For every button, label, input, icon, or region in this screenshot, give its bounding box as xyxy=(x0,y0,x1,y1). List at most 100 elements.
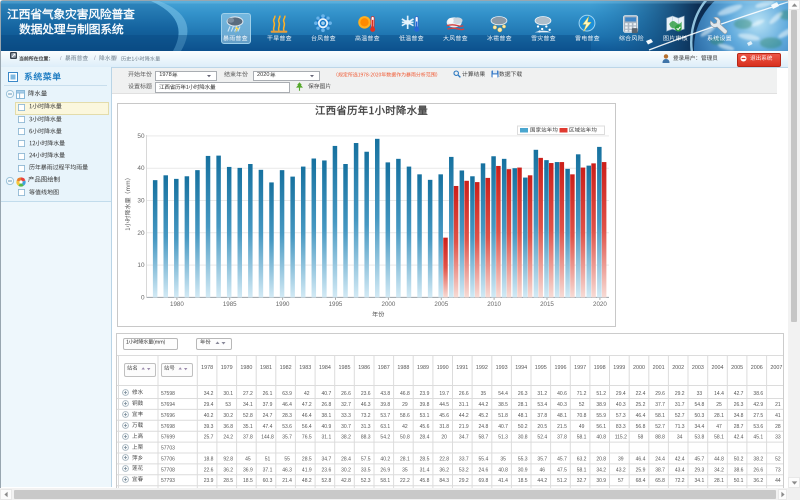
svg-text:33: 33 xyxy=(775,434,781,440)
svg-text:24.7: 24.7 xyxy=(262,412,272,418)
svg-text:29.3: 29.3 xyxy=(694,467,704,473)
svg-text:46.4: 46.4 xyxy=(635,412,645,418)
svg-text:41: 41 xyxy=(775,412,781,418)
svg-text:1995: 1995 xyxy=(329,300,343,307)
svg-text:1987: 1987 xyxy=(377,365,389,371)
svg-text:28.7: 28.7 xyxy=(733,423,743,429)
svg-text:21.4: 21.4 xyxy=(282,478,292,484)
svg-text:46.4: 46.4 xyxy=(282,401,292,407)
svg-text:73: 73 xyxy=(775,467,781,473)
svg-text:40.2: 40.2 xyxy=(203,412,213,418)
svg-text:45.7: 45.7 xyxy=(557,456,567,462)
svg-text:40.7: 40.7 xyxy=(498,423,508,429)
svg-text:29.4: 29.4 xyxy=(615,391,625,397)
svg-text:2007: 2007 xyxy=(770,365,782,371)
svg-text:38.6: 38.6 xyxy=(733,467,743,473)
svg-text:1981: 1981 xyxy=(260,365,272,371)
svg-text:31.7: 31.7 xyxy=(674,401,684,407)
svg-text:41.4: 41.4 xyxy=(498,478,508,484)
svg-text:32.7: 32.7 xyxy=(341,401,351,407)
svg-text:34: 34 xyxy=(676,434,682,440)
svg-text:2003: 2003 xyxy=(691,365,703,371)
svg-text:45.6: 45.6 xyxy=(419,423,429,429)
svg-text:36.2: 36.2 xyxy=(753,478,763,484)
svg-text:34.1: 34.1 xyxy=(243,401,253,407)
svg-text:46.3: 46.3 xyxy=(360,401,370,407)
svg-text:34.1: 34.1 xyxy=(694,478,704,484)
svg-text:71.2: 71.2 xyxy=(576,391,586,397)
svg-text:1985: 1985 xyxy=(223,300,237,307)
svg-text:40: 40 xyxy=(137,165,145,172)
svg-text:42: 42 xyxy=(402,423,408,429)
svg-text:1985: 1985 xyxy=(338,365,350,371)
svg-text:58.7: 58.7 xyxy=(478,434,488,440)
svg-text:51: 51 xyxy=(264,456,270,462)
svg-text:28.5: 28.5 xyxy=(301,456,311,462)
svg-text:72.2: 72.2 xyxy=(674,478,684,484)
svg-text:47.5: 47.5 xyxy=(557,467,567,473)
svg-text:51.2: 51.2 xyxy=(596,391,606,397)
svg-text:2004: 2004 xyxy=(711,365,723,371)
svg-text:39.3: 39.3 xyxy=(203,423,213,429)
svg-text:38.6: 38.6 xyxy=(753,391,763,397)
svg-text:24.4: 24.4 xyxy=(655,456,665,462)
svg-text:20.5: 20.5 xyxy=(537,423,547,429)
svg-text:54.8: 54.8 xyxy=(694,401,704,407)
svg-text:50.1: 50.1 xyxy=(733,478,743,484)
svg-text:18.5: 18.5 xyxy=(243,478,253,484)
svg-text:25.9: 25.9 xyxy=(635,467,645,473)
svg-text:55.3: 55.3 xyxy=(517,456,527,462)
svg-text:26.3: 26.3 xyxy=(733,401,743,407)
svg-text:40.3: 40.3 xyxy=(615,401,625,407)
svg-text:31.8: 31.8 xyxy=(439,423,449,429)
svg-text:53.6: 53.6 xyxy=(753,423,763,429)
svg-text:44.2: 44.2 xyxy=(458,412,468,418)
svg-text:33: 33 xyxy=(696,391,702,397)
svg-text:63.9: 63.9 xyxy=(282,391,292,397)
svg-text:48.2: 48.2 xyxy=(301,478,311,484)
svg-text:58: 58 xyxy=(637,434,643,440)
svg-text:45: 45 xyxy=(245,456,251,462)
svg-text:2015: 2015 xyxy=(540,300,554,307)
svg-text:40.7: 40.7 xyxy=(321,391,331,397)
svg-text:55.9: 55.9 xyxy=(596,412,606,418)
svg-text:2010: 2010 xyxy=(487,300,501,307)
svg-text:21: 21 xyxy=(775,401,781,407)
svg-text:28.4: 28.4 xyxy=(419,434,429,440)
svg-text:38.5: 38.5 xyxy=(498,401,508,407)
svg-text:52.7: 52.7 xyxy=(674,412,684,418)
svg-text:10: 10 xyxy=(137,262,145,269)
svg-text:52.3: 52.3 xyxy=(360,478,370,484)
svg-text:45.8: 45.8 xyxy=(419,478,429,484)
svg-text:34.4: 34.4 xyxy=(694,423,704,429)
svg-text:52.8: 52.8 xyxy=(243,412,253,418)
svg-text:26.8: 26.8 xyxy=(321,401,331,407)
svg-text:65.8: 65.8 xyxy=(655,478,665,484)
svg-text:83.3: 83.3 xyxy=(615,423,625,429)
svg-text:56.8: 56.8 xyxy=(635,423,645,429)
svg-text:69.8: 69.8 xyxy=(478,478,488,484)
svg-text:36.9: 36.9 xyxy=(243,467,253,473)
svg-text:1992: 1992 xyxy=(475,365,487,371)
svg-text:1989: 1989 xyxy=(417,365,429,371)
svg-text:28.1: 28.1 xyxy=(714,478,724,484)
svg-text:31.4: 31.4 xyxy=(419,467,429,473)
svg-text:57793: 57793 xyxy=(161,478,175,484)
svg-text:31.3: 31.3 xyxy=(360,423,370,429)
svg-text:38.7: 38.7 xyxy=(655,467,665,473)
svg-text:14.4: 14.4 xyxy=(714,391,724,397)
svg-text:58.1: 58.1 xyxy=(714,434,724,440)
svg-text:73.2: 73.2 xyxy=(360,412,370,418)
svg-text:37.8: 37.8 xyxy=(243,434,253,440)
svg-text:44.2: 44.2 xyxy=(478,401,488,407)
svg-text:27.2: 27.2 xyxy=(243,391,253,397)
svg-text:22.2: 22.2 xyxy=(400,478,410,484)
svg-text:29: 29 xyxy=(402,401,408,407)
svg-text:0: 0 xyxy=(141,294,145,301)
svg-text:22.8: 22.8 xyxy=(439,456,449,462)
svg-text:1997: 1997 xyxy=(574,365,586,371)
svg-text:1990: 1990 xyxy=(436,365,448,371)
svg-text:1993: 1993 xyxy=(495,365,507,371)
svg-text:44.5: 44.5 xyxy=(439,401,449,407)
svg-text:38.2: 38.2 xyxy=(341,434,351,440)
